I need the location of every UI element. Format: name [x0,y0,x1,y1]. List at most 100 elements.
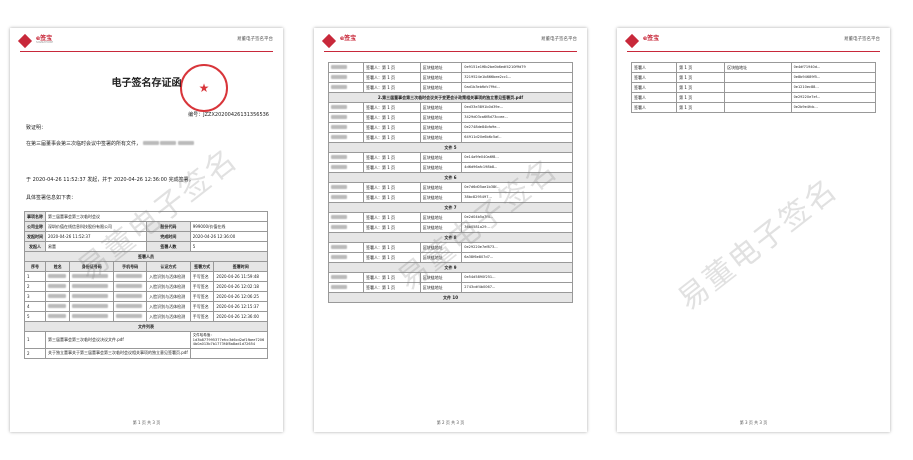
redacted-value [331,65,347,69]
table-cell: 事项名称 [24,211,46,222]
column-header: 身份证号码 [69,261,115,272]
table-cell [44,271,71,282]
table-cell: 签署人：第 1 页 [362,282,421,293]
column-header: 认证方式 [146,261,191,272]
table-cell: 2020-04-26 12:36:00 [189,231,269,242]
table-cell [44,281,71,292]
table-cell: 签署人数 [146,241,191,252]
redacted-value [331,255,347,259]
table-cell: 6a38f6e807d7... [461,252,573,263]
table-cell: 0e2748de84bfa9e... [461,122,573,133]
blockchain-row: 签署人第 1 页 0e1210ec88... [630,82,877,93]
file-row: 1 第三届董事会第三次临时会议决议文件.pdf 文件哈希值： 1d3b8779953… [24,331,269,349]
table-cell: 入脸识别与活体检测 [146,271,191,282]
redacted-value [48,304,66,308]
table-cell [69,291,115,302]
blockchain-row: 签署人：第 1 页区块链地址 6a38f6e807d7... [328,252,573,263]
table-cell: 0e2b9e4fcb... [790,102,877,113]
table-cell [69,311,115,322]
header-divider [20,51,273,52]
table-cell: 区块链地址 [419,122,463,133]
table-cell: 区块链地址 [419,62,463,73]
table-cell: 0e8b94689f5... [790,72,877,83]
blockchain-row: 文件 5 [328,142,573,153]
serial-number: 编号：JZZX20200426131356536 [188,112,269,118]
table-cell [113,301,148,312]
table-cell: 深圳价值在线信息科技股份有限公司 [44,221,148,232]
table-cell: 手写签名 [189,281,215,292]
blockchain-row: 文件 7 [328,202,573,213]
table-cell: 1 [24,271,46,282]
table-cell [724,92,792,103]
table-cell: 区块链地址 [419,282,463,293]
redacted-value [331,275,347,279]
table-cell: 手写签名 [189,301,215,312]
table-cell: 区块链地址 [419,192,463,203]
body-paragraph-2: 于 2020-04-26 11:52:37 发起，并于 2020-04-26 1… [26,177,194,183]
table-cell: 签署人 [630,102,678,113]
redacted-value [48,294,66,298]
table-cell: 2020-04-26 12:02:18 [213,281,268,292]
table-cell: 0e14a9fe040a6f8... [461,152,573,163]
blockchain-row: 文件 6 [328,172,573,183]
table-cell: 2743cdf4b0067... [461,282,573,293]
table-cell: 5 [24,311,46,322]
page-footer: 第 2 页 共 3 页 [436,420,465,425]
table-cell: 2 [24,347,46,359]
table-cell [113,271,148,282]
table-cell: 0e7d6d05ae1b38f... [461,182,573,193]
signer-row: 3 入脸识别与活体检测 手写签名 2020-04-26 12:06:25 [24,291,268,302]
table-cell: 签署人：第 1 页 [362,112,421,123]
table-cell: 区块链地址 [419,102,463,113]
signer-row: 1 入脸识别与活体检测 手写签名 2020-04-26 11:59:48 [24,271,268,282]
signers-heading: 签署人员 [24,251,268,262]
table-cell [724,82,792,93]
table-cell: 签署人：第 1 页 [362,252,421,263]
table-cell [724,102,792,113]
redacted-value [116,284,143,288]
redacted-value [72,314,109,318]
table-cell: 3219524e1b866bee2cc1... [461,72,573,83]
blockchain-row: 签署人第 1 页区块链地址 0e4df71940d... [630,62,877,73]
table-cell [328,62,364,73]
table-cell: 区块链地址 [724,62,792,73]
table-cell: 2020-04-26 12:15:37 [213,301,268,312]
table-cell: 2020-04-26 11:52:37 [44,231,148,242]
table-cell: 签署人 [630,82,678,93]
blockchain-row: 签署人第 1 页 0e29220e7ef... [630,92,877,103]
table-cell: 区块链地址 [419,72,463,83]
redacted-value [72,294,109,298]
table-cell: 0e29220e7ef... [790,92,877,103]
blockchain-row: 签署人第 1 页 0e8b94689f5... [630,72,877,83]
blockchain-row: 签署人：第 1 页区块链地址 4d6d96afc198b8... [328,162,573,173]
table-cell [328,82,364,93]
table-cell [113,311,148,322]
table-cell: 文件 5 [328,142,573,153]
table-cell: 区块链地址 [419,182,463,193]
header-divider [324,51,577,52]
signing-info-table: 事项名称 第三届董事会第三次临时会议 公司全称 深圳价值在线信息科技股份有限公司 股份代… [24,211,269,359]
table-cell [328,182,364,193]
table-cell: 2 [24,281,46,292]
redacted-value [331,155,347,159]
table-cell [189,347,269,359]
table-cell: 签署人 [630,72,678,83]
table-cell: 签署人：第 1 页 [362,102,421,113]
column-header: 签署时间 [213,261,268,272]
signer-row: 2 入脸识别与活体检测 手写签名 2020-04-26 12:02:18 [24,281,268,292]
table-cell: 第三届董事会第三次临时会议 [45,211,268,222]
table-cell [69,281,115,292]
blockchain-row: 签署人：第 1 页区块链地址 64911d20e6b6c5af... [328,132,573,143]
column-header: 签署方式 [189,261,215,272]
brand-sub: SIGNATURE [36,40,54,44]
blockchain-row: 签署人第 1 页 0e2b9e4fcb... [630,102,877,113]
table-cell [113,291,148,302]
table-cell [328,122,364,133]
redacted-value [331,285,347,289]
table-cell: 手写签名 [189,311,215,322]
table-cell: 第 1 页 [676,62,726,73]
redacted-value [331,125,347,129]
table-cell [44,311,71,322]
table-cell: 签署人：第 1 页 [362,212,421,223]
table-cell: 区块链地址 [419,272,463,283]
